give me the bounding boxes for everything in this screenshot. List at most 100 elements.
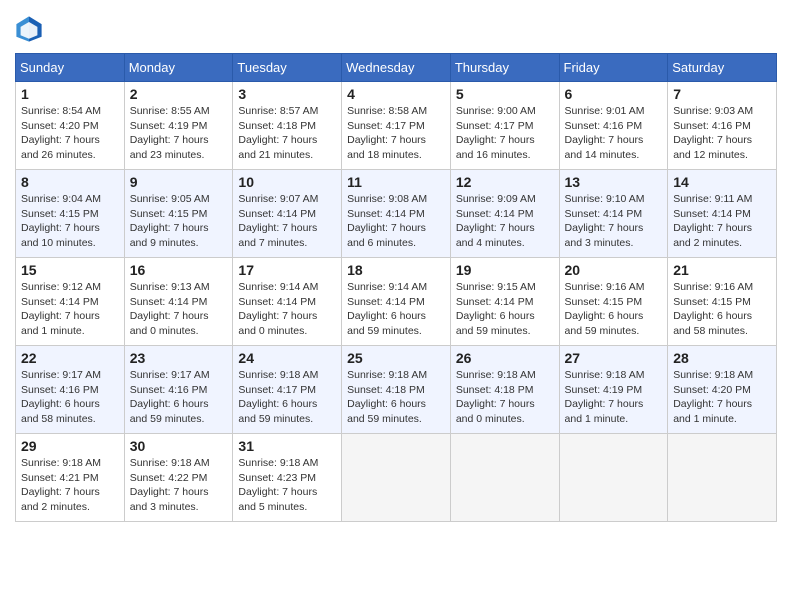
day-number: 13 xyxy=(565,174,663,190)
day-number: 24 xyxy=(238,350,336,366)
day-number: 10 xyxy=(238,174,336,190)
day-number: 7 xyxy=(673,86,771,102)
day-info: Sunrise: 9:01 AM Sunset: 4:16 PM Dayligh… xyxy=(565,104,663,163)
day-number: 20 xyxy=(565,262,663,278)
calendar-day-cell: 25 Sunrise: 9:18 AM Sunset: 4:18 PM Dayl… xyxy=(342,346,451,434)
calendar-day-cell: 11 Sunrise: 9:08 AM Sunset: 4:14 PM Dayl… xyxy=(342,170,451,258)
calendar-header-row: SundayMondayTuesdayWednesdayThursdayFrid… xyxy=(16,54,777,82)
day-number: 29 xyxy=(21,438,119,454)
calendar-day-cell: 14 Sunrise: 9:11 AM Sunset: 4:14 PM Dayl… xyxy=(668,170,777,258)
calendar-day-cell: 2 Sunrise: 8:55 AM Sunset: 4:19 PM Dayli… xyxy=(124,82,233,170)
logo xyxy=(15,15,47,43)
day-number: 2 xyxy=(130,86,228,102)
calendar-week-row: 1 Sunrise: 8:54 AM Sunset: 4:20 PM Dayli… xyxy=(16,82,777,170)
day-info: Sunrise: 9:18 AM Sunset: 4:17 PM Dayligh… xyxy=(238,368,336,427)
calendar-day-cell: 27 Sunrise: 9:18 AM Sunset: 4:19 PM Dayl… xyxy=(559,346,668,434)
weekday-header: Sunday xyxy=(16,54,125,82)
calendar-day-cell: 12 Sunrise: 9:09 AM Sunset: 4:14 PM Dayl… xyxy=(450,170,559,258)
day-info: Sunrise: 9:18 AM Sunset: 4:22 PM Dayligh… xyxy=(130,456,228,515)
day-number: 31 xyxy=(238,438,336,454)
weekday-header: Thursday xyxy=(450,54,559,82)
calendar-day-cell: 4 Sunrise: 8:58 AM Sunset: 4:17 PM Dayli… xyxy=(342,82,451,170)
calendar-day-cell xyxy=(668,434,777,522)
calendar-day-cell: 1 Sunrise: 8:54 AM Sunset: 4:20 PM Dayli… xyxy=(16,82,125,170)
day-info: Sunrise: 9:18 AM Sunset: 4:23 PM Dayligh… xyxy=(238,456,336,515)
day-info: Sunrise: 9:18 AM Sunset: 4:20 PM Dayligh… xyxy=(673,368,771,427)
day-number: 18 xyxy=(347,262,445,278)
calendar-week-row: 29 Sunrise: 9:18 AM Sunset: 4:21 PM Dayl… xyxy=(16,434,777,522)
day-number: 1 xyxy=(21,86,119,102)
calendar-day-cell xyxy=(342,434,451,522)
calendar-table: SundayMondayTuesdayWednesdayThursdayFrid… xyxy=(15,53,777,522)
calendar-day-cell: 3 Sunrise: 8:57 AM Sunset: 4:18 PM Dayli… xyxy=(233,82,342,170)
day-number: 8 xyxy=(21,174,119,190)
calendar-day-cell: 17 Sunrise: 9:14 AM Sunset: 4:14 PM Dayl… xyxy=(233,258,342,346)
day-number: 17 xyxy=(238,262,336,278)
page-header xyxy=(15,15,777,43)
day-info: Sunrise: 9:17 AM Sunset: 4:16 PM Dayligh… xyxy=(130,368,228,427)
day-number: 16 xyxy=(130,262,228,278)
calendar-day-cell xyxy=(559,434,668,522)
day-info: Sunrise: 9:13 AM Sunset: 4:14 PM Dayligh… xyxy=(130,280,228,339)
calendar-day-cell: 23 Sunrise: 9:17 AM Sunset: 4:16 PM Dayl… xyxy=(124,346,233,434)
day-number: 9 xyxy=(130,174,228,190)
day-info: Sunrise: 9:18 AM Sunset: 4:19 PM Dayligh… xyxy=(565,368,663,427)
day-number: 21 xyxy=(673,262,771,278)
weekday-header: Monday xyxy=(124,54,233,82)
calendar-day-cell: 21 Sunrise: 9:16 AM Sunset: 4:15 PM Dayl… xyxy=(668,258,777,346)
calendar-day-cell: 28 Sunrise: 9:18 AM Sunset: 4:20 PM Dayl… xyxy=(668,346,777,434)
day-info: Sunrise: 9:14 AM Sunset: 4:14 PM Dayligh… xyxy=(238,280,336,339)
day-info: Sunrise: 9:14 AM Sunset: 4:14 PM Dayligh… xyxy=(347,280,445,339)
day-info: Sunrise: 9:18 AM Sunset: 4:18 PM Dayligh… xyxy=(456,368,554,427)
day-info: Sunrise: 8:58 AM Sunset: 4:17 PM Dayligh… xyxy=(347,104,445,163)
weekday-header: Tuesday xyxy=(233,54,342,82)
calendar-day-cell: 30 Sunrise: 9:18 AM Sunset: 4:22 PM Dayl… xyxy=(124,434,233,522)
day-info: Sunrise: 9:05 AM Sunset: 4:15 PM Dayligh… xyxy=(130,192,228,251)
calendar-day-cell: 18 Sunrise: 9:14 AM Sunset: 4:14 PM Dayl… xyxy=(342,258,451,346)
calendar-day-cell: 9 Sunrise: 9:05 AM Sunset: 4:15 PM Dayli… xyxy=(124,170,233,258)
day-info: Sunrise: 9:15 AM Sunset: 4:14 PM Dayligh… xyxy=(456,280,554,339)
day-number: 28 xyxy=(673,350,771,366)
calendar-week-row: 22 Sunrise: 9:17 AM Sunset: 4:16 PM Dayl… xyxy=(16,346,777,434)
calendar-day-cell: 7 Sunrise: 9:03 AM Sunset: 4:16 PM Dayli… xyxy=(668,82,777,170)
calendar-day-cell: 31 Sunrise: 9:18 AM Sunset: 4:23 PM Dayl… xyxy=(233,434,342,522)
calendar-day-cell: 13 Sunrise: 9:10 AM Sunset: 4:14 PM Dayl… xyxy=(559,170,668,258)
day-info: Sunrise: 9:18 AM Sunset: 4:21 PM Dayligh… xyxy=(21,456,119,515)
weekday-header: Friday xyxy=(559,54,668,82)
day-number: 11 xyxy=(347,174,445,190)
calendar-day-cell: 6 Sunrise: 9:01 AM Sunset: 4:16 PM Dayli… xyxy=(559,82,668,170)
day-number: 25 xyxy=(347,350,445,366)
calendar-day-cell: 15 Sunrise: 9:12 AM Sunset: 4:14 PM Dayl… xyxy=(16,258,125,346)
calendar-day-cell: 8 Sunrise: 9:04 AM Sunset: 4:15 PM Dayli… xyxy=(16,170,125,258)
weekday-header: Saturday xyxy=(668,54,777,82)
day-info: Sunrise: 8:57 AM Sunset: 4:18 PM Dayligh… xyxy=(238,104,336,163)
logo-icon xyxy=(15,15,43,43)
day-info: Sunrise: 9:08 AM Sunset: 4:14 PM Dayligh… xyxy=(347,192,445,251)
calendar-day-cell: 26 Sunrise: 9:18 AM Sunset: 4:18 PM Dayl… xyxy=(450,346,559,434)
day-info: Sunrise: 9:16 AM Sunset: 4:15 PM Dayligh… xyxy=(673,280,771,339)
calendar-day-cell: 24 Sunrise: 9:18 AM Sunset: 4:17 PM Dayl… xyxy=(233,346,342,434)
calendar-day-cell: 10 Sunrise: 9:07 AM Sunset: 4:14 PM Dayl… xyxy=(233,170,342,258)
day-number: 14 xyxy=(673,174,771,190)
day-number: 3 xyxy=(238,86,336,102)
calendar-day-cell xyxy=(450,434,559,522)
calendar-day-cell: 5 Sunrise: 9:00 AM Sunset: 4:17 PM Dayli… xyxy=(450,82,559,170)
day-info: Sunrise: 9:04 AM Sunset: 4:15 PM Dayligh… xyxy=(21,192,119,251)
day-number: 26 xyxy=(456,350,554,366)
day-info: Sunrise: 9:10 AM Sunset: 4:14 PM Dayligh… xyxy=(565,192,663,251)
day-info: Sunrise: 8:55 AM Sunset: 4:19 PM Dayligh… xyxy=(130,104,228,163)
day-number: 6 xyxy=(565,86,663,102)
calendar-day-cell: 16 Sunrise: 9:13 AM Sunset: 4:14 PM Dayl… xyxy=(124,258,233,346)
day-number: 15 xyxy=(21,262,119,278)
calendar-day-cell: 19 Sunrise: 9:15 AM Sunset: 4:14 PM Dayl… xyxy=(450,258,559,346)
calendar-week-row: 8 Sunrise: 9:04 AM Sunset: 4:15 PM Dayli… xyxy=(16,170,777,258)
day-info: Sunrise: 9:07 AM Sunset: 4:14 PM Dayligh… xyxy=(238,192,336,251)
day-number: 12 xyxy=(456,174,554,190)
day-number: 5 xyxy=(456,86,554,102)
day-info: Sunrise: 9:03 AM Sunset: 4:16 PM Dayligh… xyxy=(673,104,771,163)
day-info: Sunrise: 9:09 AM Sunset: 4:14 PM Dayligh… xyxy=(456,192,554,251)
day-number: 4 xyxy=(347,86,445,102)
day-info: Sunrise: 9:11 AM Sunset: 4:14 PM Dayligh… xyxy=(673,192,771,251)
day-info: Sunrise: 8:54 AM Sunset: 4:20 PM Dayligh… xyxy=(21,104,119,163)
calendar-day-cell: 29 Sunrise: 9:18 AM Sunset: 4:21 PM Dayl… xyxy=(16,434,125,522)
